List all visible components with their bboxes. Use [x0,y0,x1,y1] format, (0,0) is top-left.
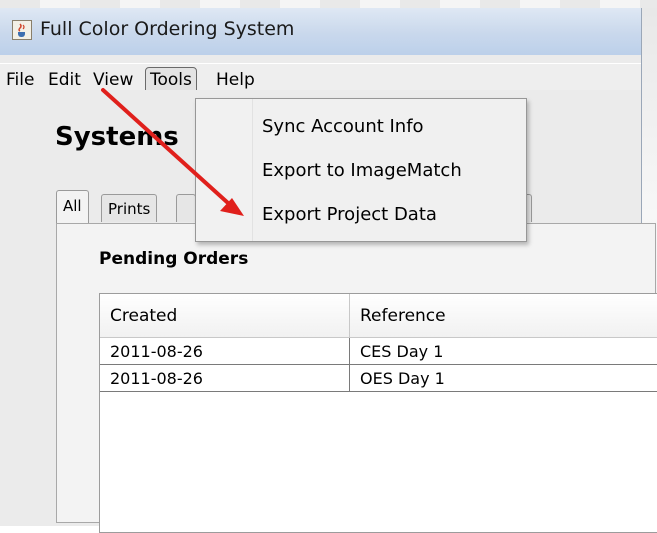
window-title: Full Color Ordering System [40,18,295,40]
table-row[interactable]: 2011-08-26 OES Day 1 [100,365,657,392]
tab-partial-hidden[interactable] [176,194,196,222]
pending-orders-table: Created Reference 2011-08-26 CES Day 1 2… [99,293,657,533]
cell-created: 2011-08-26 [100,365,350,392]
page-title: Systems [55,122,179,152]
tab-all[interactable]: All [56,190,89,224]
tab-prints[interactable]: Prints [101,194,158,222]
menu-item-export-project-data[interactable]: Export Project Data [262,200,437,230]
java-cup-icon[interactable] [12,20,32,40]
column-header-created[interactable]: Created [100,294,350,338]
menu-item-export-to-imagematch[interactable]: Export to ImageMatch [262,156,462,186]
menu-item-sync-account-info[interactable]: Sync Account Info [262,112,424,142]
cell-reference: OES Day 1 [350,365,657,392]
column-header-reference[interactable]: Reference [350,294,657,338]
title-bar: Full Color Ordering System [0,8,641,55]
cell-reference: CES Day 1 [350,338,657,365]
tools-dropdown-menu: Sync Account Info Export to ImageMatch E… [195,98,527,242]
section-title: Pending Orders [99,249,249,269]
desktop-backdrop [0,0,657,8]
table-row[interactable]: 2011-08-26 CES Day 1 [100,338,657,365]
menu-icon-gutter [196,99,253,241]
cell-created: 2011-08-26 [100,338,350,365]
